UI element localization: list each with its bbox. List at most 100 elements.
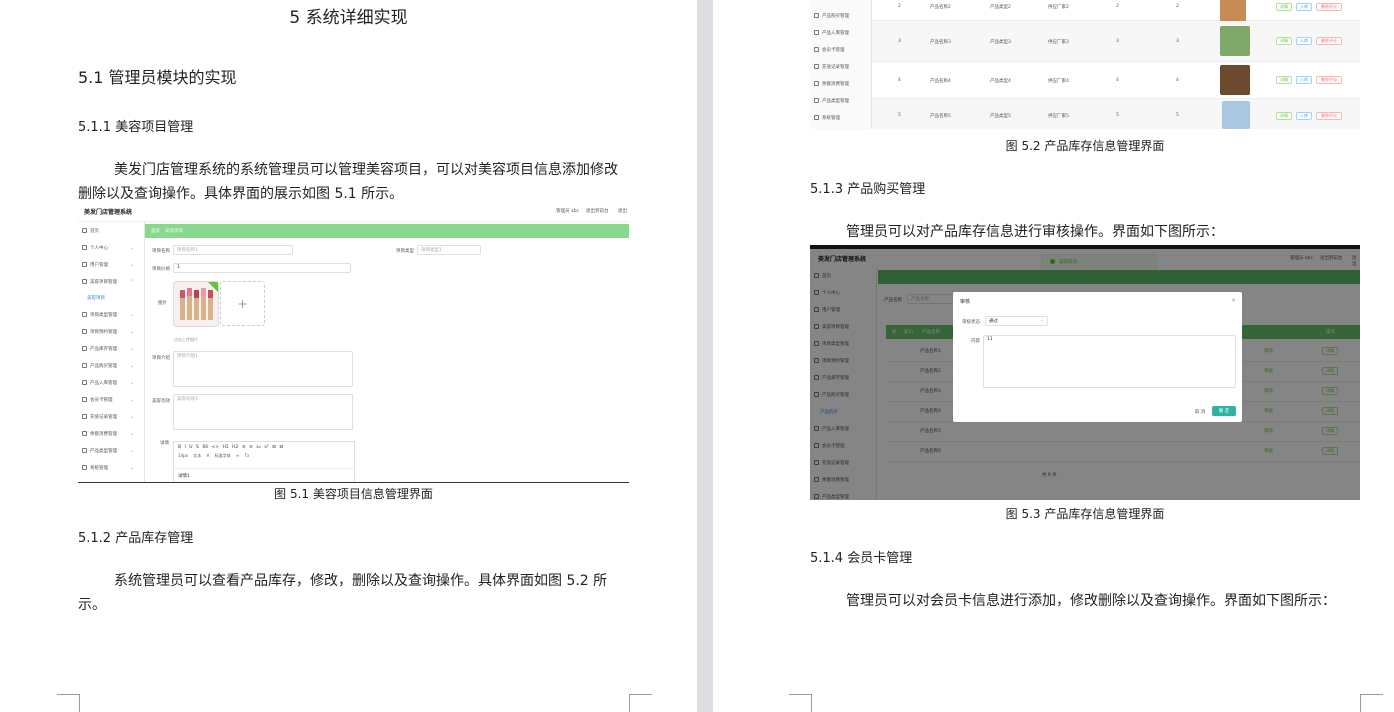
upload-add-button[interactable]: + xyxy=(220,281,265,326)
dialog-title: 审核 xyxy=(960,299,971,305)
menu-icon xyxy=(82,279,87,284)
chevron-down-icon: ⌄ xyxy=(129,328,134,335)
sidebar-item[interactable]: 用户管理 ⌄ xyxy=(78,256,144,273)
detail-button[interactable]: 详情 xyxy=(1276,3,1292,11)
project-name-input[interactable]: 项目名称1 xyxy=(173,245,293,255)
cell: 产品类型3 xyxy=(990,40,1011,45)
cell: 5 xyxy=(1116,113,1119,118)
sidebar-item[interactable]: 项目类型管理 ⌄ xyxy=(78,306,144,323)
chevron-up-icon: ⌃ xyxy=(129,278,134,285)
subsection-title: 5.1.1 美容项目管理 xyxy=(78,120,194,135)
sidebar-item[interactable]: 产品类型管理 ⌄ xyxy=(78,442,144,459)
field-label: 项目介绍 xyxy=(152,356,170,361)
review-content-textarea[interactable]: 11 xyxy=(983,335,1236,388)
editor-content[interactable]: 详情1 xyxy=(178,473,190,479)
header-link[interactable]: 管理员 abc xyxy=(556,208,579,214)
menu-icon xyxy=(82,312,87,317)
sidebar-item[interactable]: 产品入库管理 xyxy=(810,24,871,41)
editor-toolbar-row2[interactable]: 14px 文本 A 标准字体 ≡ Tx xyxy=(178,453,249,459)
field-label: 项目类型 xyxy=(396,249,414,254)
rich-text-editor[interactable]: B I U S 66 <> H1 H2 ≡ ≡ x₂ x² ⊟ ⊟ 14px 文… xyxy=(173,441,355,482)
sidebar-item[interactable]: 会员卡管理 ⌄ xyxy=(78,391,144,408)
sidebar-item[interactable]: 产品类型管理 xyxy=(810,92,871,109)
editor-toolbar[interactable]: B I U S 66 <> H1 H2 ≡ ≡ x₂ x² ⊟ ⊟ xyxy=(178,445,283,450)
project-type-select[interactable]: 项目类型1 xyxy=(417,245,481,255)
cell: 产品类型4 xyxy=(990,79,1011,84)
project-price-input[interactable]: 1 xyxy=(173,263,351,273)
chevron-down-icon: ⌄ xyxy=(129,396,134,403)
breadcrumb-home[interactable]: 首页 xyxy=(151,228,160,234)
confirm-button[interactable]: 确 定 xyxy=(1212,406,1236,416)
field-label: 审核状态 xyxy=(962,320,980,325)
sidebar-subitem-active[interactable]: 美容项目 xyxy=(78,289,144,306)
menu-icon xyxy=(82,431,87,436)
sidebar-item[interactable]: 余额消费管理 xyxy=(810,75,871,92)
app-header: 美发门店管理系统 管理员 abc 退出到前台 退出 xyxy=(78,203,629,222)
paragraph: 管理员可以对会员卡信息进行添加，修改删除以及查询操作。界面如下图所示： xyxy=(846,593,1336,609)
menu-icon xyxy=(82,414,87,419)
beauty-effect-textarea[interactable]: 美容功效1 xyxy=(173,394,353,430)
chevron-down-icon: ⌄ xyxy=(129,413,134,420)
chevron-down-icon: ⌄ xyxy=(129,345,134,352)
upload-hint: 点击上传图片 xyxy=(174,337,198,342)
cell: 产品名称3 xyxy=(930,40,951,45)
product-image xyxy=(1220,65,1250,95)
home-icon xyxy=(82,228,87,233)
cell: 4 xyxy=(1116,78,1119,83)
sidebar-item[interactable]: 产品购买管理 ⌄ xyxy=(78,357,144,374)
menu-icon xyxy=(82,448,87,453)
sidebar-item[interactable]: 首页 xyxy=(78,222,144,239)
sidebar-item[interactable]: 会员卡管理 xyxy=(810,41,871,58)
header-link[interactable]: 退出 xyxy=(618,208,627,214)
sidebar-item[interactable]: 充值记录管理 xyxy=(810,58,871,75)
stock-in-button[interactable]: 入库 xyxy=(1296,112,1312,120)
sidebar-item[interactable]: 系统管理 ⌄ xyxy=(78,459,144,476)
figure-caption: 图 5.1 美容项目信息管理界面 xyxy=(274,487,433,501)
figure-5-3-screenshot: 美发门店管理系统 管理员 abc 退出到前台 退出 操作成功 首页 个人中心 用… xyxy=(810,245,1360,500)
detail-button[interactable]: 详情 xyxy=(1276,76,1292,84)
sidebar-item[interactable]: 系统管理 xyxy=(810,109,871,126)
uploaded-image-thumb[interactable] xyxy=(173,281,219,327)
sidebar-item[interactable]: 产品库存管理 ⌄ xyxy=(78,340,144,357)
menu-icon xyxy=(82,329,87,334)
delete-button[interactable]: 删除评论 xyxy=(1316,112,1342,120)
sidebar-item[interactable]: 个人中心 ⌄ xyxy=(78,239,144,256)
stock-in-button[interactable]: 入库 xyxy=(1296,76,1312,84)
app-title: 美发门店管理系统 xyxy=(84,209,133,216)
stock-in-button[interactable]: 入库 xyxy=(1296,37,1312,45)
menu-icon xyxy=(82,262,87,267)
cell: 产品名称5 xyxy=(930,114,951,119)
menu-icon xyxy=(814,64,819,69)
sidebar-item[interactable]: 产品购买管理 xyxy=(810,7,871,24)
sidebar-item[interactable]: 产品入库管理 ⌄ xyxy=(78,374,144,391)
table-row: 2 产品名称2 产品类型2 供应厂家2 2 2 详情 入库 删除评论 xyxy=(872,0,1360,22)
cell: 产品类型5 xyxy=(990,114,1011,119)
detail-button[interactable]: 详情 xyxy=(1276,112,1292,120)
cell: 产品类型2 xyxy=(990,5,1011,10)
sidebar-item[interactable]: 余额消费管理 ⌄ xyxy=(78,425,144,442)
cell: 供应厂家4 xyxy=(1048,79,1069,84)
sidebar-item[interactable]: 充值记录管理 ⌄ xyxy=(78,408,144,425)
crop-mark xyxy=(1360,694,1383,712)
breadcrumb-bar: 首页 美容项目 xyxy=(145,224,629,238)
sidebar-item[interactable]: 项目预约管理 ⌄ xyxy=(78,323,144,340)
paragraph: 系统管理员可以查看产品库存，修改，删除以及查询操作。具体界面如图 5.2 所示。 xyxy=(78,573,608,613)
delete-button[interactable]: 删除评论 xyxy=(1316,76,1342,84)
project-intro-textarea[interactable]: 项目介绍1 xyxy=(173,351,353,387)
page-gutter xyxy=(697,0,713,712)
cancel-button[interactable]: 取 消 xyxy=(1195,409,1205,415)
figure-5-2-screenshot: 产品购买管理 产品入库管理 会员卡管理 充值记录管理 余额消费管理 产品类型管理… xyxy=(810,0,1360,129)
review-status-select[interactable]: 通过 ⌄ xyxy=(985,316,1048,326)
chart-icon xyxy=(814,81,819,86)
delete-button[interactable]: 删除评论 xyxy=(1316,3,1342,11)
divider xyxy=(174,468,354,469)
header-link[interactable]: 退出到前台 xyxy=(586,208,609,214)
field-label: 图片 xyxy=(158,301,167,306)
delete-button[interactable]: 删除评论 xyxy=(1316,37,1342,45)
cell: 4 xyxy=(898,78,901,83)
detail-button[interactable]: 详情 xyxy=(1276,37,1292,45)
close-icon[interactable]: × xyxy=(1231,297,1236,304)
sidebar-item[interactable]: 美容项目管理 ⌃ xyxy=(78,273,144,290)
product-image xyxy=(1220,0,1246,22)
stock-in-button[interactable]: 入库 xyxy=(1296,3,1312,11)
